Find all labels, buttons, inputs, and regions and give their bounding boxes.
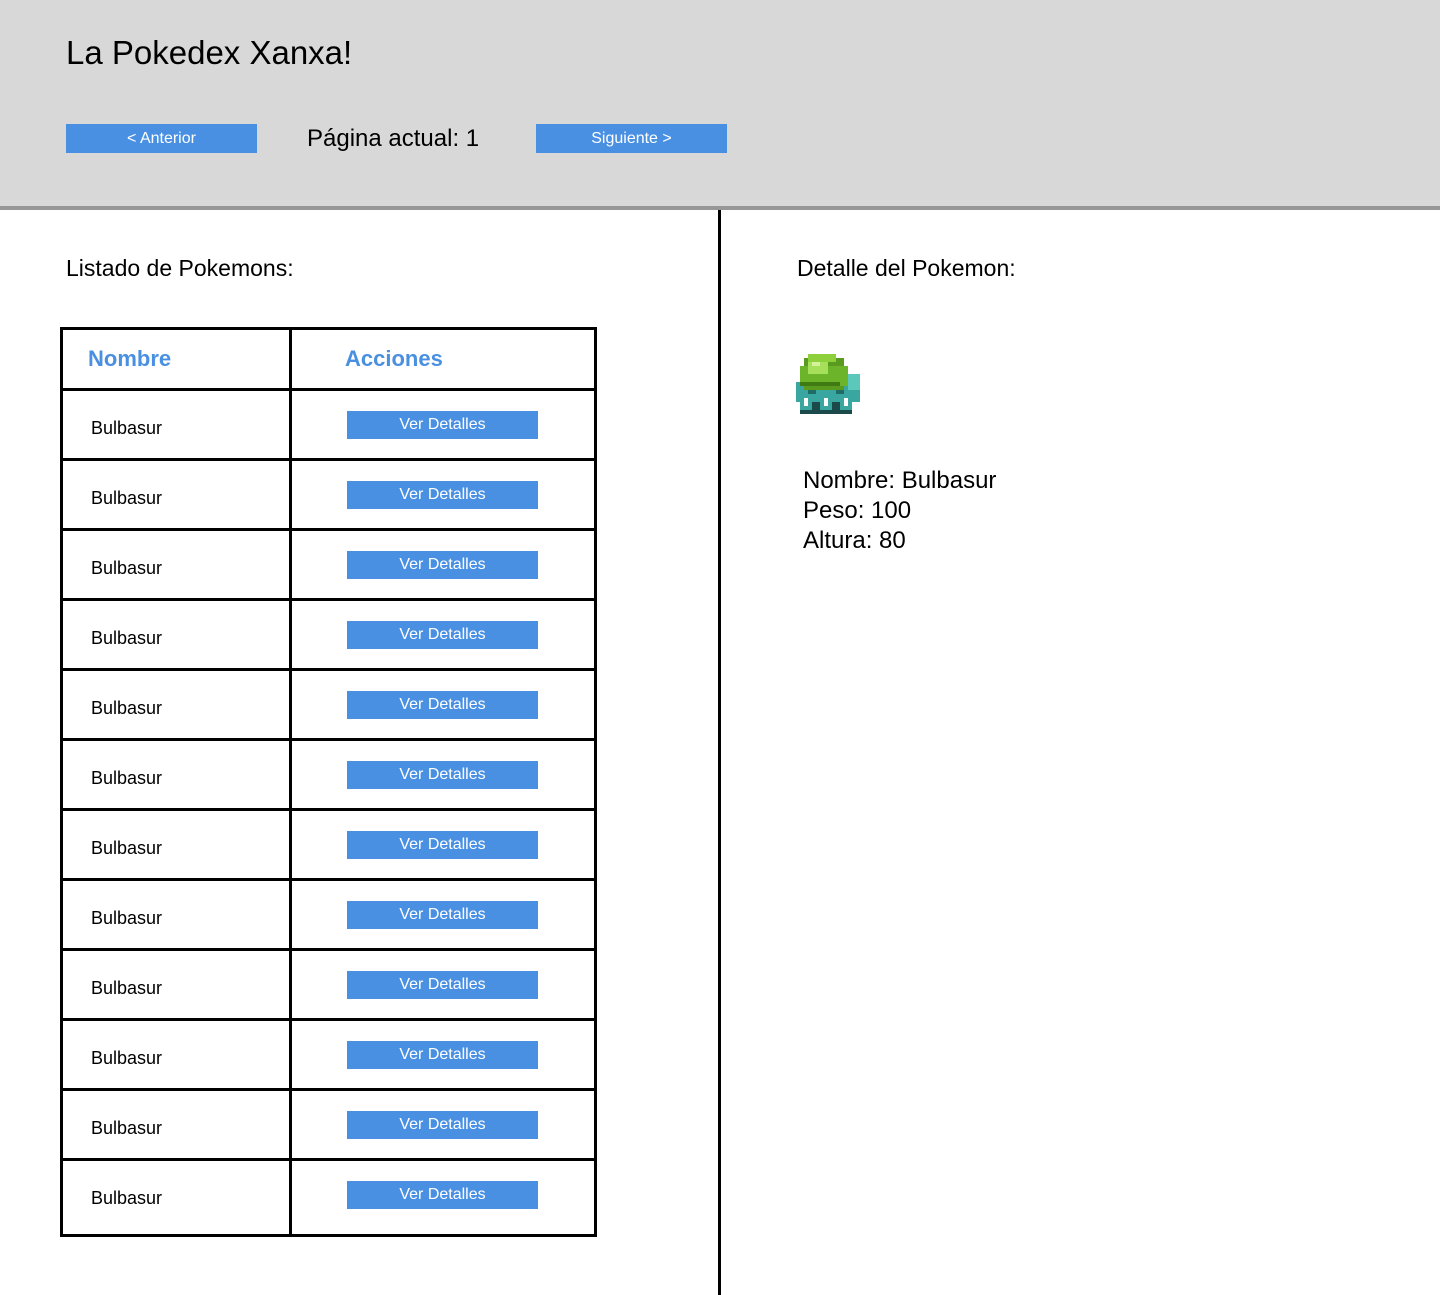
view-details-button[interactable]: Ver Detalles [347,901,538,929]
app-title: La Pokedex Xanxa! [66,34,353,71]
table-header: Nombre Acciones [63,330,594,391]
panel-divider [718,210,721,1295]
table-row: Bulbasur Ver Detalles [63,741,594,811]
view-details-button[interactable]: Ver Detalles [347,621,538,649]
table-row: Bulbasur Ver Detalles [63,811,594,881]
table-row: Bulbasur Ver Detalles [63,951,594,1021]
view-details-button[interactable]: Ver Detalles [347,761,538,789]
view-details-button[interactable]: Ver Detalles [347,481,538,509]
pokemon-name: Bulbasur [91,1048,163,1068]
pokemon-name: Bulbasur [91,768,163,788]
list-title: Listado de Pokemons: [66,255,294,281]
pokemon-name: Bulbasur [91,488,163,508]
detail-weight: Peso: 100 [803,497,912,524]
pokemon-name: Bulbasur [91,908,163,928]
bulbasaur-sprite-image [796,354,860,414]
pokemon-name: Bulbasur [91,698,163,718]
pokemon-name: Bulbasur [91,558,163,578]
view-details-button[interactable]: Ver Detalles [347,411,538,439]
next-page-button[interactable]: Siguiente > [536,124,727,153]
pokemon-name: Bulbasur [91,978,163,998]
page-indicator: Página actual: 1 [307,125,480,152]
detail-height: Altura: 80 [803,527,906,554]
detail-name: Nombre: Bulbasur [803,467,997,494]
pokemon-name: Bulbasur [91,1188,163,1208]
pokemon-name: Bulbasur [91,838,163,858]
table-row: Bulbasur Ver Detalles [63,1091,594,1161]
table-row: Bulbasur Ver Detalles [63,881,594,951]
view-details-button[interactable]: Ver Detalles [347,971,538,999]
table-row: Bulbasur Ver Detalles [63,531,594,601]
table-row: Bulbasur Ver Detalles [63,671,594,741]
column-header-actions: Acciones [345,346,443,371]
pokemon-name: Bulbasur [91,628,163,648]
table-row: Bulbasur Ver Detalles [63,461,594,531]
table-row: Bulbasur Ver Detalles [63,1161,594,1228]
table-row: Bulbasur Ver Detalles [63,1021,594,1091]
detail-title: Detalle del Pokemon: [797,255,1016,281]
pokemon-table: Nombre Acciones Bulbasur Ver Detalles Bulb… [60,327,597,1237]
previous-page-button[interactable]: < Anterior [66,124,257,153]
pokemon-name: Bulbasur [91,1118,163,1138]
view-details-button[interactable]: Ver Detalles [347,1041,538,1069]
table-row: Bulbasur Ver Detalles [63,391,594,461]
view-details-button[interactable]: Ver Detalles [347,1181,538,1209]
header: La Pokedex Xanxa! < Anterior Página actu… [0,0,1440,210]
table-row: Bulbasur Ver Detalles [63,601,594,671]
view-details-button[interactable]: Ver Detalles [347,1111,538,1139]
detail-info: Nombre: Bulbasur Peso: 100 Altura: 80 [803,466,996,556]
view-details-button[interactable]: Ver Detalles [347,691,538,719]
view-details-button[interactable]: Ver Detalles [347,831,538,859]
view-details-button[interactable]: Ver Detalles [347,551,538,579]
pokemon-name: Bulbasur [91,418,163,438]
column-header-name: Nombre [88,346,172,371]
